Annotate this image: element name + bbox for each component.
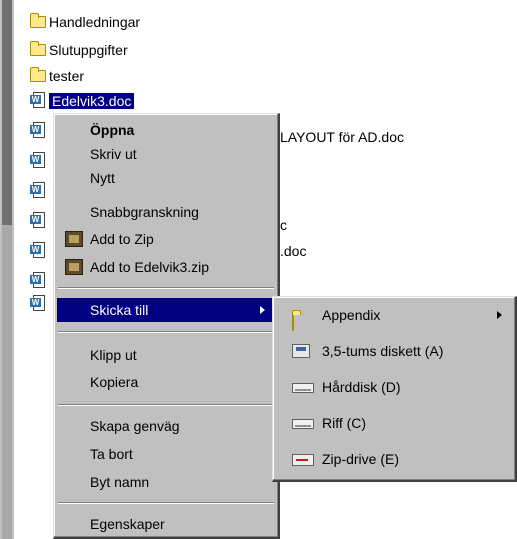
folder-icon	[30, 13, 46, 28]
zip-icon	[65, 231, 83, 247]
file-item-tester[interactable]: tester	[30, 66, 84, 86]
file-item-edelvik3[interactable]: W Edelvik3.doc	[30, 91, 135, 111]
menu-item-rename[interactable]: Byt namn	[57, 470, 275, 494]
context-menu: Öppna Skriv ut Nytt Snabbgranskning Add …	[53, 113, 280, 539]
menu-item-open[interactable]: Öppna	[57, 118, 275, 142]
submenu-arrow-icon	[497, 311, 502, 319]
scrollbar-thumb[interactable]	[2, 0, 12, 225]
file-item-handledningar[interactable]: Handledningar	[30, 12, 140, 32]
send-to-riff[interactable]: Riff (C)	[276, 409, 512, 437]
menu-item-new[interactable]: Nytt	[57, 166, 275, 190]
submenu-item-label: Zip-drive (E)	[322, 451, 400, 467]
hard-drive-icon	[292, 419, 314, 429]
send-to-hard-disk[interactable]: Hårddisk (D)	[276, 373, 512, 401]
menu-separator	[58, 287, 274, 289]
word-doc-icon: W	[30, 92, 46, 110]
menu-item-print[interactable]: Skriv ut	[57, 142, 275, 166]
file-name-partial[interactable]: LAYOUT för AD.doc	[280, 127, 404, 147]
send-to-submenu: Appendix 3,5-tums diskett (A) Hårddisk (…	[272, 296, 517, 482]
submenu-item-label: Hårddisk (D)	[322, 379, 401, 395]
menu-item-send-to[interactable]: Skicka till	[57, 298, 275, 322]
floppy-drive-icon	[292, 344, 310, 358]
menu-separator	[58, 502, 274, 504]
file-item-doc[interactable]: W	[30, 181, 49, 201]
word-doc-icon: W	[30, 152, 46, 170]
menu-item-copy[interactable]: Kopiera	[57, 370, 275, 394]
menu-separator	[58, 404, 274, 406]
file-item-slutuppgifter[interactable]: Slutuppgifter	[30, 40, 128, 60]
send-to-appendix[interactable]: Appendix	[276, 301, 512, 331]
file-item-doc[interactable]: W	[30, 294, 49, 314]
send-to-floppy[interactable]: 3,5-tums diskett (A)	[276, 337, 512, 365]
file-item-doc[interactable]: W	[30, 211, 49, 231]
word-doc-icon: W	[30, 212, 46, 230]
menu-separator	[58, 331, 274, 333]
file-name: Slutuppgifter	[49, 42, 128, 58]
word-doc-icon: W	[30, 182, 46, 200]
word-doc-icon: W	[30, 272, 46, 290]
file-name-partial[interactable]: .doc	[280, 241, 306, 261]
vertical-scrollbar[interactable]	[0, 0, 14, 539]
submenu-item-label: Riff (C)	[322, 415, 367, 431]
zip-icon	[65, 259, 83, 275]
file-item-doc[interactable]: W	[30, 271, 49, 291]
menu-item-add-to-zip[interactable]: Add to Zip	[57, 227, 275, 251]
folder-icon	[30, 67, 46, 82]
menu-item-label: Add to Edelvik3.zip	[90, 259, 210, 275]
menu-item-add-to-named-zip[interactable]: Add to Edelvik3.zip	[57, 255, 275, 279]
file-name: Handledningar	[49, 14, 141, 30]
folder-icon	[292, 308, 312, 331]
submenu-arrow-icon	[260, 306, 265, 314]
send-to-zip-drive[interactable]: Zip-drive (E)	[276, 445, 512, 473]
zip-drive-icon	[292, 454, 314, 466]
menu-item-cut[interactable]: Klipp ut	[57, 343, 275, 367]
menu-item-delete[interactable]: Ta bort	[57, 442, 275, 466]
word-doc-icon: W	[30, 295, 46, 313]
menu-item-quick-view[interactable]: Snabbgranskning	[57, 200, 275, 224]
file-item-doc[interactable]: W	[30, 121, 49, 141]
file-name: tester	[49, 68, 85, 84]
folder-icon	[30, 41, 46, 56]
file-item-doc[interactable]: W	[30, 151, 49, 171]
menu-item-label: Add to Zip	[90, 231, 154, 247]
menu-item-label: Skicka till	[90, 302, 149, 318]
file-name: Edelvik3.doc	[49, 93, 135, 109]
file-item-doc[interactable]: W	[30, 241, 49, 261]
menu-item-create-shortcut[interactable]: Skapa genväg	[57, 414, 275, 438]
file-name-partial[interactable]: c	[280, 215, 287, 235]
menu-item-properties[interactable]: Egenskaper	[57, 512, 275, 536]
word-doc-icon: W	[30, 122, 46, 140]
hard-drive-icon	[292, 383, 314, 393]
submenu-item-label: 3,5-tums diskett (A)	[322, 343, 444, 359]
word-doc-icon: W	[30, 242, 46, 260]
submenu-item-label: Appendix	[322, 307, 381, 323]
